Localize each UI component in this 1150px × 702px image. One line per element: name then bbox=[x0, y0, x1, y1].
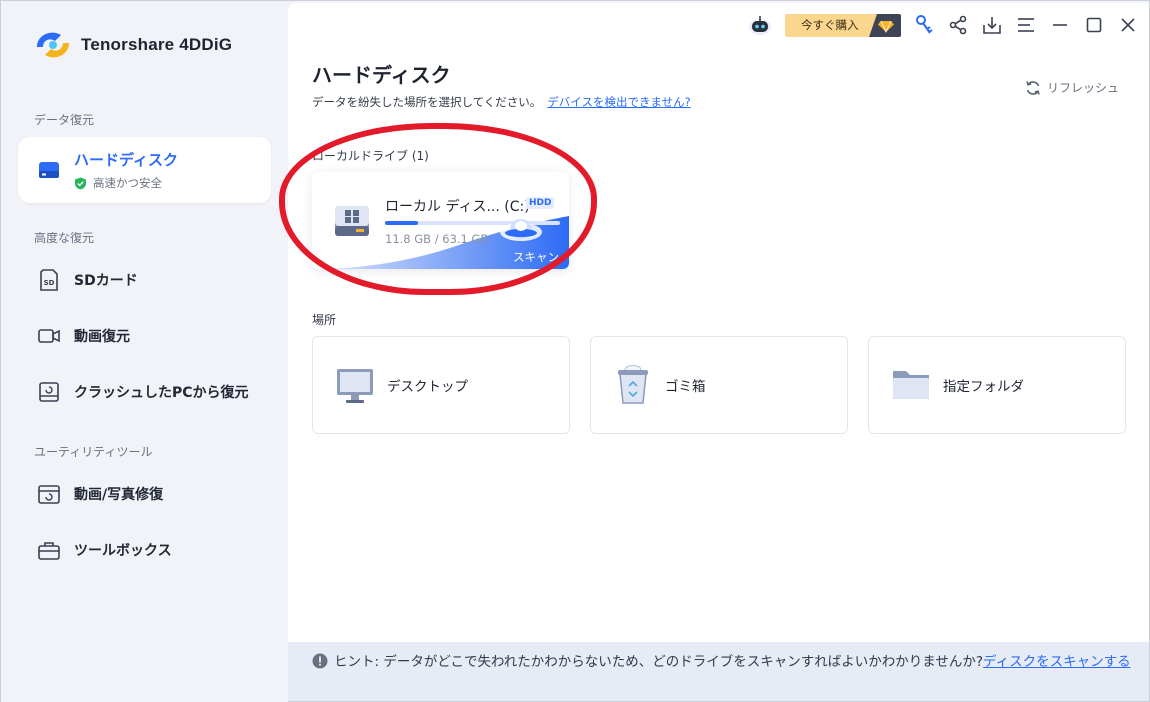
scan-ufo-icon bbox=[498, 212, 544, 248]
refresh-label: リフレッシュ bbox=[1046, 81, 1119, 95]
sidebar-item-crashed-pc[interactable]: クラッシュしたPCから復元 bbox=[18, 359, 271, 425]
close-icon[interactable] bbox=[1111, 5, 1145, 45]
title-bar: 今すぐ購入 bbox=[743, 3, 1149, 47]
main-panel: 今すぐ購入 ハードディスク データを紛失した場所を選択してください。 デバイスを… bbox=[288, 3, 1149, 642]
secure-note-text: 高速かつ安全 bbox=[93, 176, 162, 190]
app-logo-icon bbox=[31, 25, 75, 65]
sidebar-item-label: 動画/写真修復 bbox=[74, 487, 164, 503]
sidebar-item-label: ツールボックス bbox=[74, 543, 172, 559]
crashed-pc-icon bbox=[36, 379, 62, 405]
hint-text: データがどこで失われたかわからないため、どのドライブをスキャンすればよいかわかり… bbox=[383, 654, 984, 670]
locations-label: 場所 bbox=[312, 313, 337, 327]
sidebar: Tenorshare 4DDiG データ復元 ハードディスク 高速かつ安全 高度… bbox=[1, 1, 288, 702]
menu-icon[interactable] bbox=[1009, 5, 1043, 45]
sidebar-item-label: クラッシュしたPCから復元 bbox=[74, 385, 249, 401]
refresh-button[interactable]: リフレッシュ bbox=[1025, 79, 1119, 96]
diamond-icon bbox=[869, 13, 901, 37]
local-drives-label: ローカルドライブ (1) bbox=[312, 149, 429, 163]
hint-prefix: ヒント: bbox=[334, 654, 380, 670]
svg-text:SD: SD bbox=[44, 279, 55, 287]
location-desktop[interactable]: デスクトップ bbox=[312, 336, 570, 434]
brand: Tenorshare 4DDiG bbox=[31, 25, 232, 65]
location-label: ゴミ箱 bbox=[665, 379, 706, 395]
sidebar-item-label: SDカード bbox=[74, 273, 138, 289]
robot-icon[interactable] bbox=[743, 5, 777, 45]
share-icon[interactable] bbox=[941, 5, 975, 45]
drive-card-c[interactable]: ローカル ディス... (C:) HDD 11.8 GB / 63.1 GB ス… bbox=[312, 172, 569, 269]
sd-card-icon: SD bbox=[36, 267, 62, 293]
app-window: Tenorshare 4DDiG データ復元 ハードディスク 高速かつ安全 高度… bbox=[0, 0, 1150, 702]
hard-drive-icon bbox=[36, 157, 62, 183]
buy-now-button[interactable]: 今すぐ購入 bbox=[785, 13, 901, 37]
section-label-advanced: 高度な復元 bbox=[34, 231, 95, 245]
sidebar-item-label: ハードディスク bbox=[74, 151, 178, 169]
hint-bar: ヒント: データがどこで失われたかわからないため、どのドライブをスキャンすればよ… bbox=[288, 642, 1149, 701]
page-subtitle-text: データを紛失した場所を選択してください。 bbox=[312, 95, 542, 109]
info-icon bbox=[312, 653, 328, 669]
page-title: ハードディスク bbox=[312, 63, 451, 87]
photo-repair-icon bbox=[36, 481, 62, 507]
download-icon[interactable] bbox=[975, 5, 1009, 45]
section-label-recovery: データ復元 bbox=[34, 113, 95, 127]
toolbox-icon bbox=[36, 537, 62, 563]
page-subtitle: データを紛失した場所を選択してください。 デバイスを検出できません? bbox=[312, 94, 691, 110]
trash-icon bbox=[613, 364, 653, 406]
refresh-icon bbox=[1026, 80, 1040, 95]
drive-type-badge: HDD bbox=[526, 197, 555, 209]
hard-drive-icon bbox=[332, 200, 372, 240]
buy-now-label: 今すぐ購入 bbox=[801, 18, 859, 32]
scan-button[interactable]: スキャン bbox=[513, 249, 559, 265]
video-icon bbox=[36, 323, 62, 349]
sidebar-item-label: 動画復元 bbox=[74, 329, 130, 345]
sidebar-item-toolbox[interactable]: ツールボックス bbox=[18, 517, 271, 583]
folder-icon bbox=[891, 364, 931, 406]
monitor-icon bbox=[335, 364, 375, 406]
section-label-utility: ユーティリティツール bbox=[34, 445, 153, 459]
scan-disk-link[interactable]: ディスクをスキャンする bbox=[983, 654, 1131, 670]
maximize-icon[interactable] bbox=[1077, 5, 1111, 45]
sidebar-item-hard-disk[interactable]: ハードディスク 高速かつ安全 bbox=[18, 137, 271, 203]
detect-device-link[interactable]: デバイスを検出できません? bbox=[547, 95, 690, 109]
minimize-icon[interactable] bbox=[1043, 5, 1077, 45]
location-label: 指定フォルダ bbox=[943, 379, 1024, 395]
secure-note: 高速かつ安全 bbox=[74, 175, 178, 191]
location-recycle-bin[interactable]: ゴミ箱 bbox=[590, 336, 848, 434]
drive-usage-fill bbox=[385, 221, 418, 225]
location-label: デスクトップ bbox=[387, 379, 468, 395]
location-folder[interactable]: 指定フォルダ bbox=[868, 336, 1126, 434]
key-icon[interactable] bbox=[907, 5, 941, 45]
shield-check-icon bbox=[74, 177, 87, 190]
drive-size: 11.8 GB / 63.1 GB bbox=[385, 232, 489, 246]
app-name: Tenorshare 4DDiG bbox=[81, 35, 233, 54]
